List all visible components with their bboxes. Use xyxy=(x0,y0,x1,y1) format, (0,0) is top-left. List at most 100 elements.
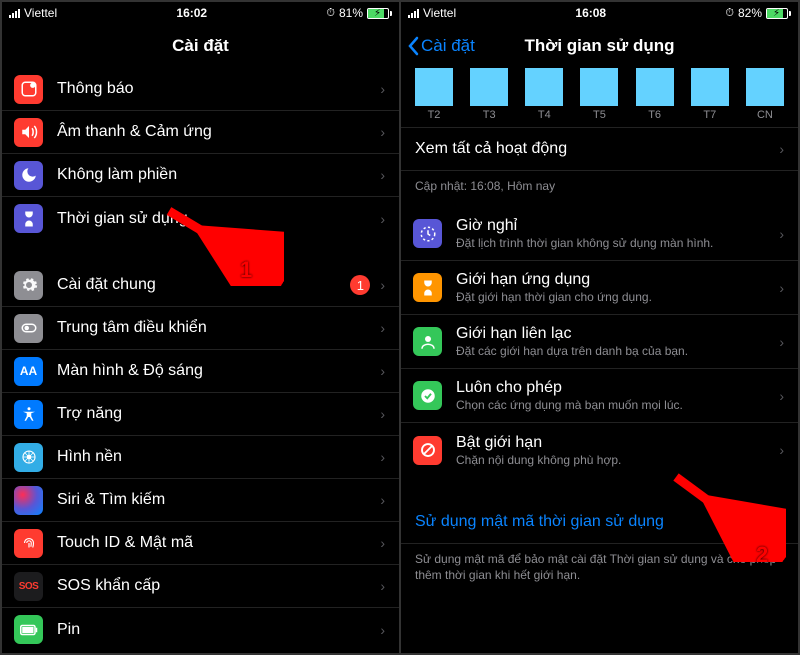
chart-day-label: T2 xyxy=(428,109,441,121)
row-luon-cho-phep[interactable]: Luôn cho phép Chọn các ứng dụng mà bạn m… xyxy=(401,369,798,423)
row-label: Màn hình & Độ sáng xyxy=(57,362,374,380)
commlimits-icon xyxy=(413,327,442,356)
row-label: Trợ năng xyxy=(57,405,374,423)
chevron-right-icon: › xyxy=(380,124,385,140)
row-tro-nang[interactable]: Trợ năng › xyxy=(2,393,399,436)
row-view-all-activity[interactable]: Xem tất cả hoạt động › xyxy=(401,128,798,171)
row-label: Touch ID & Mật mã xyxy=(57,534,374,552)
row-am-thanh[interactable]: Âm thanh & Cảm ứng › xyxy=(2,111,399,154)
annotation-label-2: 2 xyxy=(756,542,768,568)
row-thong-bao[interactable]: Thông báo › xyxy=(2,68,399,111)
notification-badge: 1 xyxy=(350,275,370,295)
row-hinh-nen[interactable]: Hình nền › xyxy=(2,436,399,479)
row-label: Xem tất cả hoạt động xyxy=(415,140,567,158)
row-man-hinh[interactable]: AA Màn hình & Độ sáng › xyxy=(2,350,399,393)
touchid-icon xyxy=(14,529,43,558)
row-label: Giới hạn ứng dụng xyxy=(456,271,773,289)
row-label: Siri & Tìm kiếm xyxy=(57,491,374,509)
row-bat-gioi-han[interactable]: Bật giới hạn Chặn nội dung không phù hợp… xyxy=(401,423,798,477)
status-time: 16:08 xyxy=(575,6,606,20)
row-khong-lam-phien[interactable]: Không làm phiền › xyxy=(2,154,399,197)
battery-icon: ⚡︎ xyxy=(367,8,392,19)
chart-day-label: T5 xyxy=(593,109,606,121)
settings-group-1: Thông báo › Âm thanh & Cảm ứng › Không l… xyxy=(2,68,399,240)
usage-chart[interactable]: T2 T3 T4 T5 T6 T7 CN xyxy=(401,68,798,125)
chevron-right-icon: › xyxy=(380,81,385,97)
allowed-icon xyxy=(413,381,442,410)
row-label: SOS khẩn cấp xyxy=(57,577,374,595)
applimits-icon xyxy=(413,273,442,302)
row-sublabel: Đặt giới hạn thời gian cho ứng dụng. xyxy=(456,290,773,304)
row-sublabel: Đặt các giới hạn dựa trên danh bạ của bạ… xyxy=(456,344,773,358)
downtime-icon xyxy=(413,219,442,248)
chevron-right-icon: › xyxy=(380,320,385,336)
signal-icon xyxy=(9,9,20,18)
link-label: Sử dụng mật mã thời gian sử dụng xyxy=(415,513,664,530)
control-icon xyxy=(14,314,43,343)
row-gioi-han-ung-dung[interactable]: Giới hạn ứng dụng Đặt giới hạn thời gian… xyxy=(401,261,798,315)
row-label: Giới hạn liên lạc xyxy=(456,325,773,343)
chevron-right-icon: › xyxy=(380,449,385,465)
battery-icon: ⚡︎ xyxy=(766,8,791,19)
row-label: Âm thanh & Cảm ứng xyxy=(57,123,374,141)
gear-icon xyxy=(14,271,43,300)
row-pin[interactable]: Pin › xyxy=(2,608,399,651)
chevron-right-icon: › xyxy=(779,442,784,458)
row-trung-tam-dieu-khien[interactable]: Trung tâm điều khiển › xyxy=(2,307,399,350)
chevron-right-icon: › xyxy=(380,406,385,422)
chevron-right-icon: › xyxy=(380,211,385,227)
row-label: Pin xyxy=(57,621,374,639)
screentime-icon xyxy=(14,204,43,233)
chart-day-label: CN xyxy=(757,109,773,121)
chart-day-label: T4 xyxy=(538,109,551,121)
row-thoi-gian-su-dung[interactable]: Thời gian sử dụng › xyxy=(2,197,399,240)
dnd-icon xyxy=(14,161,43,190)
phone-settings: Viettel 16:02 ⏱ 81% ⚡︎ Cài đặt Thông báo… xyxy=(2,2,399,653)
carrier-label: Viettel xyxy=(423,6,456,20)
row-use-screentime-passcode[interactable]: Sử dụng mật mã thời gian sử dụng xyxy=(401,501,798,544)
chevron-right-icon: › xyxy=(779,226,784,242)
row-label: Thông báo xyxy=(57,80,374,98)
settings-group-2: Cài đặt chung 1 › Trung tâm điều khiển ›… xyxy=(2,264,399,651)
row-sos[interactable]: SOS SOS khẩn cấp › xyxy=(2,565,399,608)
row-label: Giờ nghỉ xyxy=(456,217,773,235)
battery-icon xyxy=(14,615,43,644)
battery-pct: 81% xyxy=(339,6,363,20)
row-label: Hình nền xyxy=(57,448,374,466)
chevron-right-icon: › xyxy=(380,578,385,594)
chevron-right-icon: › xyxy=(380,363,385,379)
chevron-right-icon: › xyxy=(779,141,784,157)
row-siri[interactable]: Siri & Tìm kiếm › xyxy=(2,479,399,522)
row-touch-id[interactable]: Touch ID & Mật mã › xyxy=(2,522,399,565)
battery-pct: 82% xyxy=(738,6,762,20)
row-label: Trung tâm điều khiển xyxy=(57,319,374,337)
annotation-label-1: 1 xyxy=(240,257,252,283)
chevron-right-icon: › xyxy=(380,277,385,293)
row-label: Luôn cho phép xyxy=(456,379,773,397)
navbar: Cài đặt Thời gian sử dụng xyxy=(401,24,798,68)
navbar: Cài đặt xyxy=(2,24,399,68)
chevron-right-icon: › xyxy=(779,388,784,404)
row-cai-dat-chung[interactable]: Cài đặt chung 1 › xyxy=(2,264,399,307)
back-label: Cài đặt xyxy=(421,36,475,56)
row-gio-nghi[interactable]: Giờ nghỉ Đặt lịch trình thời gian không … xyxy=(401,207,798,261)
chevron-right-icon: › xyxy=(779,280,784,296)
passcode-note: Sử dụng mật mã để bảo mật cài đặt Thời g… xyxy=(401,544,798,601)
chevron-right-icon: › xyxy=(380,492,385,508)
row-label: Thời gian sử dụng xyxy=(57,210,374,228)
status-bar: Viettel 16:02 ⏱ 81% ⚡︎ xyxy=(2,2,399,24)
chart-day-label: T7 xyxy=(703,109,716,121)
restrict-icon xyxy=(413,436,442,465)
chevron-right-icon: › xyxy=(779,334,784,350)
sound-icon xyxy=(14,118,43,147)
updated-text: Cập nhật: 16:08, Hôm nay xyxy=(401,171,798,207)
alarm-icon: ⏱ xyxy=(725,7,734,20)
row-gioi-han-lien-lac[interactable]: Giới hạn liên lạc Đặt các giới hạn dựa t… xyxy=(401,315,798,369)
row-sublabel: Đặt lịch trình thời gian không sử dụng m… xyxy=(456,236,773,250)
chart-day-label: T3 xyxy=(483,109,496,121)
back-button[interactable]: Cài đặt xyxy=(407,24,475,68)
chart-day-label: T6 xyxy=(648,109,661,121)
display-icon: AA xyxy=(14,357,43,386)
accessibility-icon xyxy=(14,400,43,429)
phone-screentime: Viettel 16:08 ⏱ 82% ⚡︎ Cài đặt Thời gian… xyxy=(401,2,798,653)
